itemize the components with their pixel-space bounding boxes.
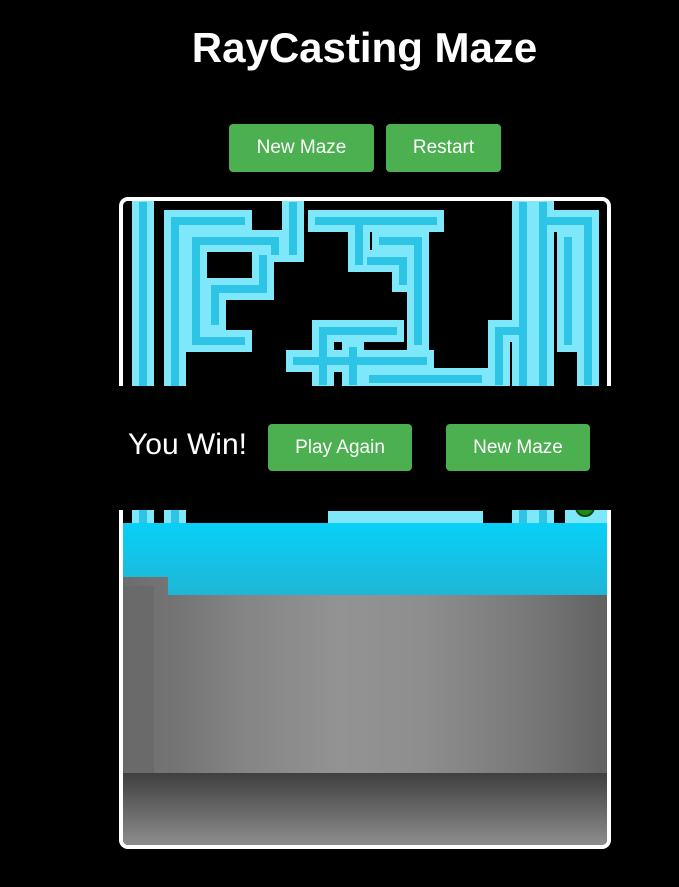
- restart-button[interactable]: Restart: [386, 124, 501, 172]
- overlay-new-maze-button[interactable]: New Maze: [446, 424, 590, 471]
- game-canvas[interactable]: [119, 197, 611, 849]
- win-message: You Win!: [128, 428, 247, 461]
- new-maze-button[interactable]: New Maze: [229, 124, 374, 172]
- floor: [123, 773, 607, 845]
- play-again-button[interactable]: Play Again: [268, 424, 412, 471]
- wall-view: [123, 595, 607, 773]
- wall-slice: [123, 586, 154, 782]
- page-title: RayCasting Maze: [191, 24, 538, 71]
- first-person-view: [123, 523, 607, 845]
- sky: [123, 523, 607, 595]
